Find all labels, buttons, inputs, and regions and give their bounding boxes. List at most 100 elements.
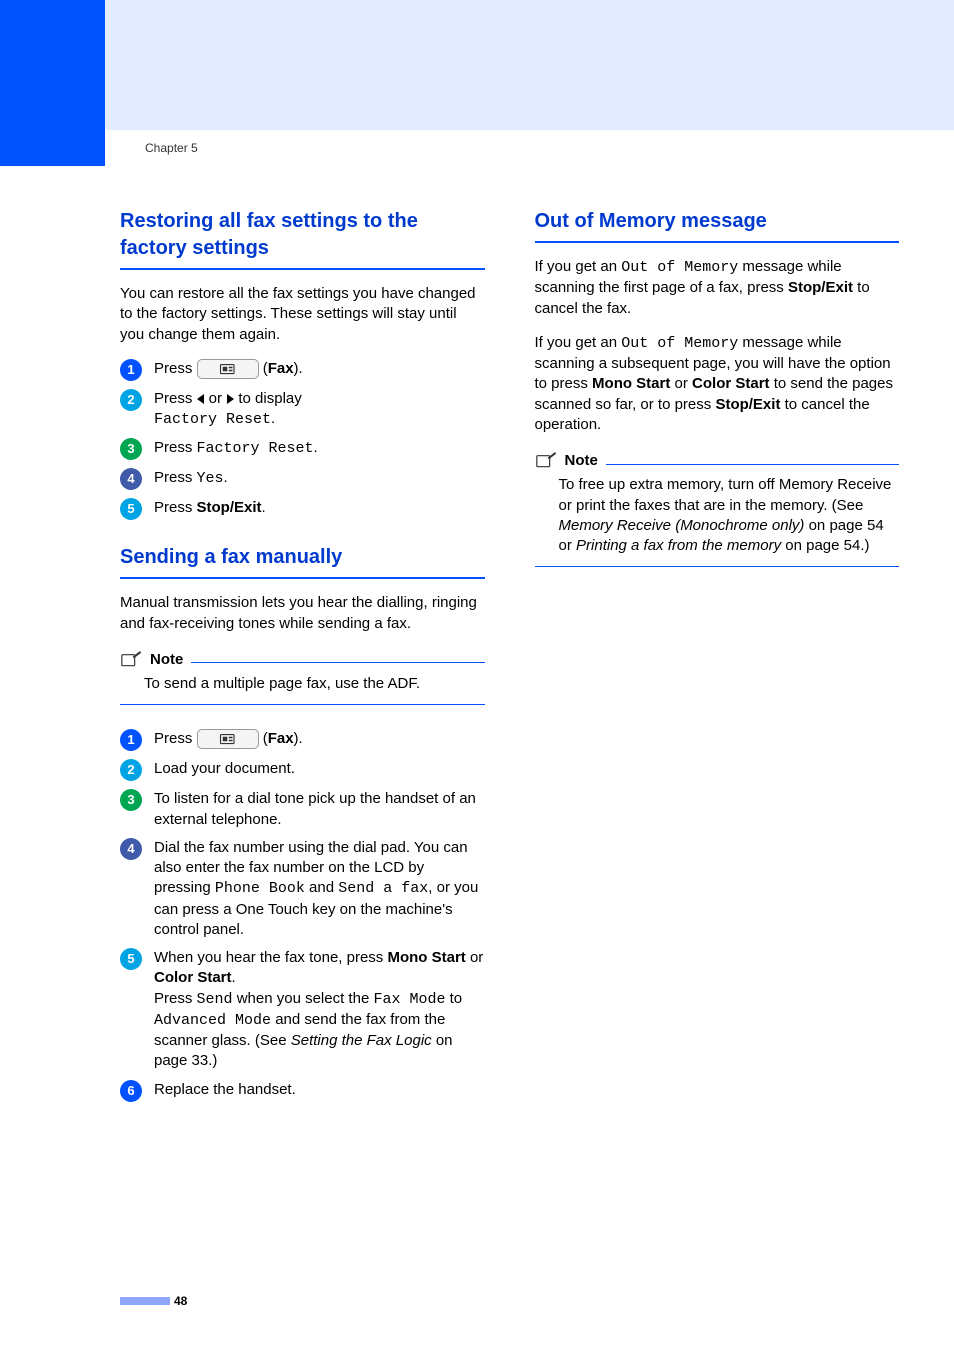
chapter-blue-stub <box>0 130 105 166</box>
rule <box>535 241 900 243</box>
bold: Mono Start <box>387 949 465 966</box>
text: Press <box>154 499 197 516</box>
code: Send <box>197 991 233 1008</box>
manual-step3-body: To listen for a dial tone pick up the ha… <box>154 789 485 830</box>
fax-button[interactable] <box>197 729 259 749</box>
code: Factory Reset <box>154 411 271 428</box>
oom-p2: If you get an Out of Memory message whil… <box>535 333 900 435</box>
step-badge-6: 6 <box>120 1080 142 1102</box>
note-bottom-rule <box>120 704 485 705</box>
banner-pale <box>105 0 954 130</box>
bold: Color Start <box>692 375 770 392</box>
chapter-label: Chapter 5 <box>145 140 198 156</box>
restore-step-1: 1 Press (Fax). <box>120 359 485 381</box>
page-number-strip: 48 <box>120 1293 187 1309</box>
text: Press <box>154 390 197 407</box>
note-box: Note To free up extra memory, turn off M… <box>535 451 900 579</box>
italic: Setting the Fax Logic <box>291 1032 432 1049</box>
manual-step5-body: When you hear the fax tone, press Mono S… <box>154 948 485 1072</box>
manual-step-3: 3 To listen for a dial tone pick up the … <box>120 789 485 830</box>
step-badge-2: 2 <box>120 759 142 781</box>
manual-step1-body: Press (Fax). <box>154 729 485 749</box>
text: If you get an <box>535 334 622 351</box>
page-number: 48 <box>174 1293 187 1309</box>
page-number-bar <box>120 1297 170 1305</box>
manual-step-4: 4 Dial the fax number using the dial pad… <box>120 838 485 940</box>
manual-step-2: 2 Load your document. <box>120 759 485 781</box>
text: When you hear the fax tone, press <box>154 949 387 966</box>
fax-icon <box>219 732 237 746</box>
text: ). <box>294 730 303 747</box>
code: Out of Memory <box>621 259 738 276</box>
text: ). <box>294 360 303 377</box>
left-column: Restoring all fax settings to the factor… <box>120 196 485 1110</box>
code: Factory Reset <box>197 440 314 457</box>
note-pencil-icon <box>120 651 142 669</box>
restore-step-3: 3 Press Factory Reset. <box>120 438 485 460</box>
text: or <box>466 949 484 966</box>
manual-step-6: 6 Replace the handset. <box>120 1080 485 1102</box>
text: when you select the <box>233 990 374 1007</box>
bold: Color Start <box>154 969 232 986</box>
step-badge-3: 3 <box>120 438 142 460</box>
text: Press <box>154 439 197 456</box>
right-column: Out of Memory message If you get an Out … <box>535 196 900 1110</box>
arrow-left-icon <box>197 394 204 404</box>
bold: Stop/Exit <box>788 279 853 296</box>
rule <box>120 577 485 579</box>
stop-exit: Stop/Exit <box>197 499 262 516</box>
text: . <box>314 439 318 456</box>
text: To free up extra memory, turn off Memory… <box>559 476 892 513</box>
banner-blue <box>0 0 105 130</box>
text: . <box>232 969 236 986</box>
bold: Mono Start <box>592 375 670 392</box>
content: Restoring all fax settings to the factor… <box>0 166 954 1110</box>
note-rule <box>191 662 484 663</box>
restore-step-5: 5 Press Stop/Exit. <box>120 498 485 520</box>
restore-step2-body: Press or to display Factory Reset. <box>154 389 485 431</box>
step-badge-4: 4 <box>120 838 142 860</box>
text: Press <box>154 730 197 747</box>
code: Out of Memory <box>621 335 738 352</box>
top-banner <box>0 0 954 130</box>
step-badge-1: 1 <box>120 729 142 751</box>
page: Chapter 5 Restoring all fax settings to … <box>0 0 954 1351</box>
italic: Printing a fax from the memory <box>576 537 781 554</box>
chapter-strip: Chapter 5 <box>0 130 954 166</box>
text: to display <box>234 390 302 407</box>
text: or <box>670 375 692 392</box>
text: . <box>271 410 275 427</box>
code: Send a fax <box>338 880 428 897</box>
note-header: Note <box>120 650 485 670</box>
bold: Stop/Exit <box>715 396 780 413</box>
manual-step-5: 5 When you hear the fax tone, press Mono… <box>120 948 485 1072</box>
note-text: To free up extra memory, turn off Memory… <box>535 475 900 556</box>
step-badge-5: 5 <box>120 948 142 970</box>
text: on page 54.) <box>781 537 869 554</box>
code: Advanced Mode <box>154 1012 271 1029</box>
note-pencil-icon <box>535 452 557 470</box>
code: Phone Book <box>215 880 305 897</box>
note-title: Note <box>565 451 598 471</box>
note-header: Note <box>535 451 900 471</box>
restore-step5-body: Press Stop/Exit. <box>154 498 485 518</box>
text: Press <box>154 990 197 1007</box>
note-box: Note To send a multiple page fax, use th… <box>120 650 485 718</box>
step-badge-2: 2 <box>120 389 142 411</box>
restore-intro: You can restore all the fax settings you… <box>120 284 485 345</box>
code: Yes <box>197 470 224 487</box>
fax-button[interactable] <box>197 359 259 379</box>
restore-step1-body: Press (Fax). <box>154 359 485 379</box>
heading-out-of-memory: Out of Memory message <box>535 208 900 235</box>
manual-step6-body: Replace the handset. <box>154 1080 485 1100</box>
step-badge-5: 5 <box>120 498 142 520</box>
fax-icon <box>219 362 237 376</box>
restore-step-2: 2 Press or to display Factory Reset. <box>120 389 485 431</box>
oom-p1: If you get an Out of Memory message whil… <box>535 257 900 319</box>
italic: Memory Receive (Monochrome only) <box>559 517 805 534</box>
text: and <box>305 879 338 896</box>
rule <box>120 268 485 270</box>
text: If you get an <box>535 258 622 275</box>
fax-bold: Fax <box>268 360 294 377</box>
text: Press <box>154 360 197 377</box>
